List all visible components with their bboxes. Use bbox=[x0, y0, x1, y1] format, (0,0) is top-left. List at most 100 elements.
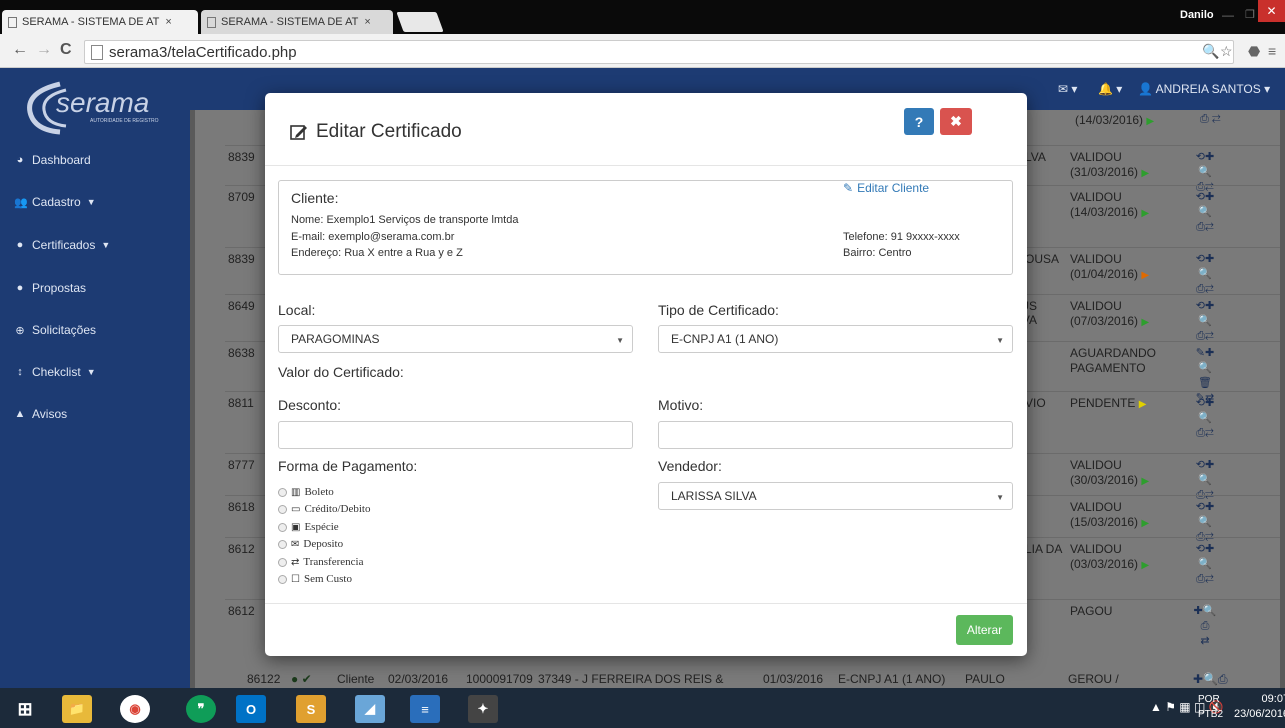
tipo-certificado-value: E-CNPJ A1 (1 ANO) bbox=[671, 332, 779, 346]
payment-option-especie[interactable]: ▣ Espécie bbox=[278, 521, 339, 533]
tipo-certificado-label: Tipo de Certificado: bbox=[658, 302, 779, 318]
page-icon bbox=[207, 16, 216, 28]
status-dot-icon: ● ✔ bbox=[291, 672, 312, 686]
caret-down-icon: ▼ bbox=[996, 493, 1004, 502]
bell-icon[interactable]: 🔔 ▾ bbox=[1098, 82, 1122, 96]
hangouts-icon[interactable]: ❞ bbox=[186, 695, 216, 723]
clock[interactable]: 09:0723/06/2016 bbox=[1234, 692, 1285, 722]
docs-icon[interactable]: ≡ bbox=[410, 695, 440, 723]
modal-title-text: Editar Certificado bbox=[316, 121, 462, 142]
client-email: E-mail: exemplo@serama.com.br bbox=[291, 231, 455, 243]
lifebuoy-icon: ⊕ bbox=[15, 324, 25, 337]
payment-option-boleto[interactable]: ▥ Boleto bbox=[278, 486, 334, 498]
new-tab-button[interactable] bbox=[396, 12, 444, 32]
client-name: Nome: Exemplo1 Serviços de transporte lm… bbox=[291, 214, 519, 226]
back-icon[interactable]: ← bbox=[12, 41, 28, 59]
row-actions[interactable]: ⟲✚🔍 ⎙⇄ bbox=[1190, 542, 1220, 587]
alterar-button[interactable]: Alterar bbox=[956, 615, 1013, 645]
row-actions[interactable]: ⟲✚🔍 ⎙⇄ bbox=[1190, 299, 1220, 344]
row-actions[interactable]: ✚🔍⎙ ⇄ bbox=[1190, 604, 1220, 649]
money-icon: ▣ bbox=[291, 521, 301, 533]
file-explorer-icon[interactable]: 📁 bbox=[62, 695, 92, 723]
edit-icon: ✎ bbox=[843, 181, 854, 195]
language-indicator[interactable]: POR PTB2 bbox=[1198, 692, 1223, 722]
motivo-input[interactable] bbox=[658, 421, 1013, 449]
sublime-icon[interactable]: S bbox=[296, 695, 326, 723]
flag-icon: ▶ bbox=[1141, 518, 1150, 529]
radio[interactable] bbox=[278, 574, 287, 584]
vendedor-select[interactable]: LARISSA SILVA ▼ bbox=[658, 482, 1013, 510]
chrome-icon[interactable]: ◉ bbox=[120, 695, 150, 723]
radio[interactable] bbox=[278, 557, 287, 567]
window-close-icon[interactable]: ✕ bbox=[1258, 0, 1285, 22]
valor-certificado-label: Valor do Certificado: bbox=[278, 364, 404, 380]
svg-text:serama: serama bbox=[56, 87, 149, 118]
flag-icon: ▶ bbox=[1141, 270, 1150, 281]
desconto-input[interactable] bbox=[278, 421, 633, 449]
minimize-icon[interactable]: — bbox=[1222, 8, 1234, 22]
client-district: Bairro: Centro bbox=[843, 247, 912, 259]
tipo-certificado-select[interactable]: E-CNPJ A1 (1 ANO) ▼ bbox=[658, 325, 1013, 353]
vendedor-label: Vendedor: bbox=[658, 458, 722, 474]
sidebar-item-label: Solicitações bbox=[32, 323, 97, 337]
square-icon: ☐ bbox=[291, 573, 300, 585]
barcode-icon: ▥ bbox=[291, 486, 301, 498]
radio[interactable] bbox=[278, 539, 287, 549]
edit-client-label: Editar Cliente bbox=[857, 181, 930, 195]
radio[interactable] bbox=[278, 522, 287, 532]
user-menu[interactable]: 👤 ANDREIA SANTOS ▾ bbox=[1138, 82, 1270, 96]
payment-option-transferencia[interactable]: ⇄ Transferencia bbox=[278, 556, 363, 568]
bookmark-star-icon[interactable]: ☆ bbox=[1220, 43, 1233, 60]
extension-icon[interactable]: ⬣ bbox=[1248, 43, 1260, 60]
app-icon[interactable]: ◢ bbox=[355, 695, 385, 723]
messages-icon[interactable]: ✉ ▾ bbox=[1058, 82, 1077, 96]
help-button[interactable]: ? bbox=[904, 108, 934, 135]
client-phone: Telefone: 91 9xxxx-xxxx bbox=[843, 231, 960, 243]
vendedor-value: LARISSA SILVA bbox=[671, 489, 757, 503]
sidebar-item-propostas[interactable]: ● Propostas bbox=[14, 281, 86, 295]
local-select[interactable]: PARAGOMINAS ▼ bbox=[278, 325, 633, 353]
tab-close-icon[interactable]: × bbox=[165, 16, 171, 28]
payment-option-sem-custo[interactable]: ☐ Sem Custo bbox=[278, 573, 352, 585]
sidebar-item-chekclist[interactable]: ↕ Chekclist ▼ bbox=[14, 365, 95, 379]
flag-icon: ▶ bbox=[1141, 168, 1150, 179]
flag-icon: ▶ bbox=[1141, 560, 1150, 571]
sidebar-item-label: Dashboard bbox=[32, 153, 91, 167]
maximize-icon[interactable]: ❐ bbox=[1245, 8, 1255, 21]
window-user: Danilo bbox=[1180, 9, 1214, 21]
sidebar-item-avisos[interactable]: ▲ Avisos bbox=[14, 407, 68, 421]
row-actions[interactable]: ✚🔍⎙ bbox=[1193, 672, 1228, 687]
sidebar-item-cadastro[interactable]: 👥 Cadastro ▼ bbox=[14, 195, 96, 209]
windows-start-icon[interactable]: ⊞ bbox=[10, 695, 40, 723]
table-row: 86122 ● ✔ Cliente 02/03/2016 1000091709 … bbox=[247, 672, 1228, 687]
zoom-icon[interactable]: 🔍 bbox=[1202, 43, 1219, 60]
warning-icon: ▲ bbox=[14, 408, 26, 420]
payment-option-deposito[interactable]: ✉ Deposito bbox=[278, 538, 343, 550]
sidebar-item-dashboard[interactable]: ◕ Dashboard bbox=[14, 153, 91, 167]
bars-icon: ↕ bbox=[17, 366, 23, 378]
row-actions[interactable]: ⟲✚🔍 ⎙⇄ bbox=[1190, 252, 1220, 297]
edit-client-link[interactable]: ✎ Editar Cliente bbox=[843, 181, 929, 195]
browser-tab-active[interactable]: SERAMA - SISTEMA DE AT × bbox=[2, 10, 198, 34]
browser-tab[interactable]: SERAMA - SISTEMA DE AT × bbox=[201, 10, 393, 34]
address-bar[interactable]: serama3/telaCertificado.php bbox=[84, 40, 1234, 64]
serama-logo[interactable]: serama AUTORIDADE DE REGISTRO bbox=[20, 78, 180, 138]
tab-close-icon[interactable]: × bbox=[364, 16, 370, 28]
payment-option-credito[interactable]: ▭ Crédito/Debito bbox=[278, 503, 370, 515]
sidebar-item-solicitacoes[interactable]: ⊕ Solicitações bbox=[14, 323, 96, 337]
outlook-icon[interactable]: O bbox=[236, 695, 266, 723]
game-icon[interactable]: ✦ bbox=[468, 695, 498, 723]
sidebar-item-certificados[interactable]: ● Certificados ▼ bbox=[14, 238, 111, 252]
close-button[interactable]: ✖ bbox=[940, 108, 972, 135]
radio[interactable] bbox=[278, 487, 287, 497]
page-icon bbox=[8, 16, 17, 28]
radio[interactable] bbox=[278, 504, 287, 514]
tab-title: SERAMA - SISTEMA DE AT bbox=[221, 16, 359, 28]
row-actions[interactable]: ⎙ ⇄ bbox=[1200, 113, 1221, 126]
reload-icon[interactable]: C bbox=[60, 41, 72, 59]
row-actions[interactable]: ⟲✚🔍 ⎙⇄ bbox=[1190, 190, 1220, 235]
users-icon: 👥 bbox=[14, 196, 28, 209]
row-actions[interactable]: ⟲✚🔍 ⎙⇄ bbox=[1190, 396, 1220, 441]
forward-icon[interactable]: → bbox=[36, 41, 52, 59]
menu-icon[interactable]: ≡ bbox=[1268, 43, 1276, 59]
